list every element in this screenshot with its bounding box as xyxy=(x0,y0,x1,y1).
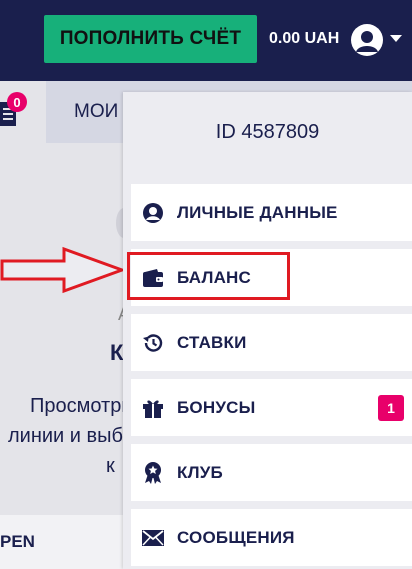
history-icon xyxy=(141,331,165,355)
annotation-highlight-box xyxy=(127,252,290,300)
chevron-down-icon[interactable] xyxy=(390,35,402,42)
deposit-button[interactable]: ПОПОЛНИТЬ СЧЁТ xyxy=(44,15,257,63)
user-id-label: ID 4587809 xyxy=(215,120,320,143)
menu-item-label: КЛУБ xyxy=(177,462,223,482)
menu-item-bonuses[interactable]: БОНУСЫ 1 xyxy=(131,379,412,436)
background-text-line: к xyxy=(106,455,115,477)
user-icon xyxy=(141,201,165,225)
background-bottom-label: PEN xyxy=(0,532,35,551)
background-heading: К xyxy=(110,340,124,365)
bet-slip-count-badge: 0 xyxy=(7,92,27,112)
menu-item-messages[interactable]: СООБЩЕНИЯ xyxy=(131,509,412,566)
menu-item-bets[interactable]: СТАВКИ xyxy=(131,314,412,371)
menu-item-label: СООБЩЕНИЯ xyxy=(177,527,295,547)
bonus-count-badge: 1 xyxy=(378,395,404,421)
background-text-line: линии и выб xyxy=(8,425,123,447)
balance-amount[interactable]: 0.00 UAH xyxy=(269,30,339,48)
gift-icon xyxy=(141,396,165,420)
annotation-arrow-icon xyxy=(0,246,126,294)
menu-item-label: ЛИЧНЫЕ ДАННЫЕ xyxy=(177,202,338,222)
menu-item-label: БОНУСЫ xyxy=(177,397,256,417)
menu-item-personal-data[interactable]: ЛИЧНЫЕ ДАННЫЕ xyxy=(131,184,412,241)
award-icon xyxy=(141,461,165,485)
envelope-icon xyxy=(141,526,165,550)
background-text-line: Просмотри xyxy=(30,395,133,417)
profile-dropdown-menu: ID 4587809 ЛИЧНЫЕ ДАННЫЕ БАЛАНС СТАВКИ Б… xyxy=(123,92,412,569)
menu-item-label: СТАВКИ xyxy=(177,332,247,352)
top-header: ПОПОЛНИТЬ СЧЁТ 0.00 UAH xyxy=(0,0,412,81)
menu-item-club[interactable]: КЛУБ xyxy=(131,444,412,501)
user-avatar-icon[interactable] xyxy=(351,24,383,56)
